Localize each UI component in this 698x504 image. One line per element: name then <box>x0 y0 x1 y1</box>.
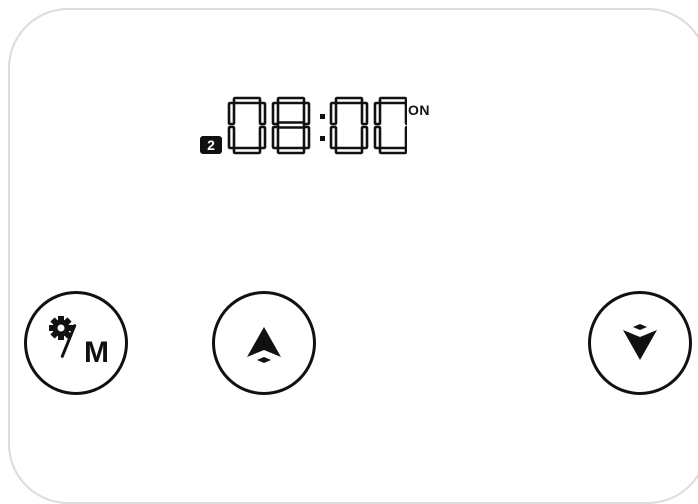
digit <box>227 96 267 155</box>
segment-b <box>360 101 369 126</box>
segment-d <box>378 146 408 155</box>
segment-c <box>258 125 267 150</box>
segment-f <box>227 101 236 126</box>
segment-a <box>334 96 364 105</box>
segment-g <box>276 121 306 129</box>
segment-c <box>302 125 311 150</box>
segment-d <box>334 146 364 155</box>
down-button[interactable] <box>588 291 692 395</box>
segment-d <box>232 146 262 155</box>
segment-a <box>276 96 306 105</box>
segment-f <box>373 101 382 126</box>
gear-icon <box>49 316 73 340</box>
digit <box>271 96 311 155</box>
segment-a <box>378 96 408 105</box>
timer-number-badge: 2 <box>200 136 222 154</box>
segment-b <box>302 101 311 126</box>
on-indicator: ON <box>408 102 430 118</box>
digit <box>329 96 369 155</box>
control-panel <box>8 8 698 504</box>
segment-f <box>329 101 338 126</box>
up-button[interactable] <box>212 291 316 395</box>
colon-separator <box>320 114 325 141</box>
segment-c <box>360 125 369 150</box>
segment-c <box>404 125 413 150</box>
digit <box>373 96 413 155</box>
arrow-down-icon <box>623 324 657 360</box>
segment-b <box>404 101 413 126</box>
segment-e <box>227 125 236 150</box>
arrow-up-icon <box>247 327 281 363</box>
segment-d <box>276 146 306 155</box>
segment-e <box>373 125 382 150</box>
segment-e <box>271 125 280 150</box>
lcd-display: 2 08:00 ON <box>200 96 440 160</box>
seven-segment-digits <box>227 96 413 155</box>
settings-mode-button[interactable]: M <box>24 291 128 395</box>
mode-label: M <box>84 336 109 369</box>
time-readout: 08:00 <box>227 96 413 163</box>
segment-b <box>258 101 267 126</box>
segment-e <box>329 125 338 150</box>
segment-a <box>232 96 262 105</box>
segment-f <box>271 101 280 126</box>
